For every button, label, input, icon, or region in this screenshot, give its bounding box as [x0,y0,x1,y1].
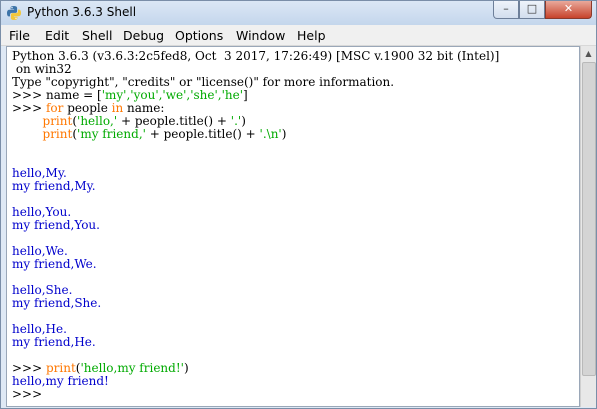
prompt: >>> [12,361,46,375]
code-line: print('my friend,' + people.title() + '.… [12,127,287,141]
code-text: + people.title() + [145,127,260,141]
keyword: print [42,114,73,128]
output-line: my friend,My. [12,179,96,193]
scrollbar-thumb[interactable] [582,62,596,376]
menu-help[interactable]: Help [297,28,326,43]
prompt: >>> [12,101,46,115]
banner-line: Python 3.6.3 (v3.6.3:2c5fed8, Oct 3 2017… [12,49,500,63]
string-literal: '.\n' [259,127,282,141]
input-prompt[interactable]: >>> [12,388,46,401]
output-line: my friend,We. [12,257,97,271]
shell-text-area[interactable]: Python 3.6.3 (v3.6.3:2c5fed8, Oct 3 2017… [6,46,580,407]
keyword: in [111,101,124,115]
idle-shell-window: Python 3.6.3 Shell – □ ✕ File Edit Shell… [0,0,597,409]
output-line: my friend,He. [12,335,96,349]
code-text: ) [241,114,246,128]
keyword: print [42,127,73,141]
string-literal: 'hello,my friend!' [80,361,184,375]
string-literal: '.' [230,114,242,128]
code-text: ) [281,127,287,141]
menu-debug[interactable]: Debug [123,28,164,43]
menu-window[interactable]: Window [236,28,285,43]
menu-file[interactable]: File [9,28,30,43]
keyword: for [45,101,64,115]
string-literal: 'hello,' [77,114,118,128]
output-line: my friend,You. [12,218,100,232]
minimize-button[interactable]: – [493,1,519,19]
python-icon [7,6,21,20]
menu-shell[interactable]: Shell [82,28,113,43]
code-text: people [63,101,112,115]
scroll-up-arrow-icon[interactable]: ▲ [581,46,596,62]
title-bar[interactable]: Python 3.6.3 Shell – □ ✕ [1,1,596,25]
close-button[interactable]: ✕ [545,1,592,19]
menu-options[interactable]: Options [175,28,223,43]
keyword: print [45,361,76,375]
string-literal: 'my','you','we','she','he' [101,88,244,102]
code-text: ) [183,361,189,375]
output-line: my friend,She. [12,296,102,310]
window-title: Python 3.6.3 Shell [27,5,137,19]
code-text: ] [243,88,248,102]
vertical-scrollbar[interactable]: ▲ [580,46,596,407]
prompt: >>> [12,88,46,102]
maximize-button[interactable]: □ [519,1,545,19]
code-text: name: [123,101,165,115]
menu-bar: File Edit Shell Debug Options Window Hel… [1,25,596,46]
menu-edit[interactable]: Edit [45,28,69,43]
string-literal: 'my friend,' [77,127,146,141]
code-text: + people.title() + [117,114,231,128]
code-text: name = [ [45,88,102,102]
